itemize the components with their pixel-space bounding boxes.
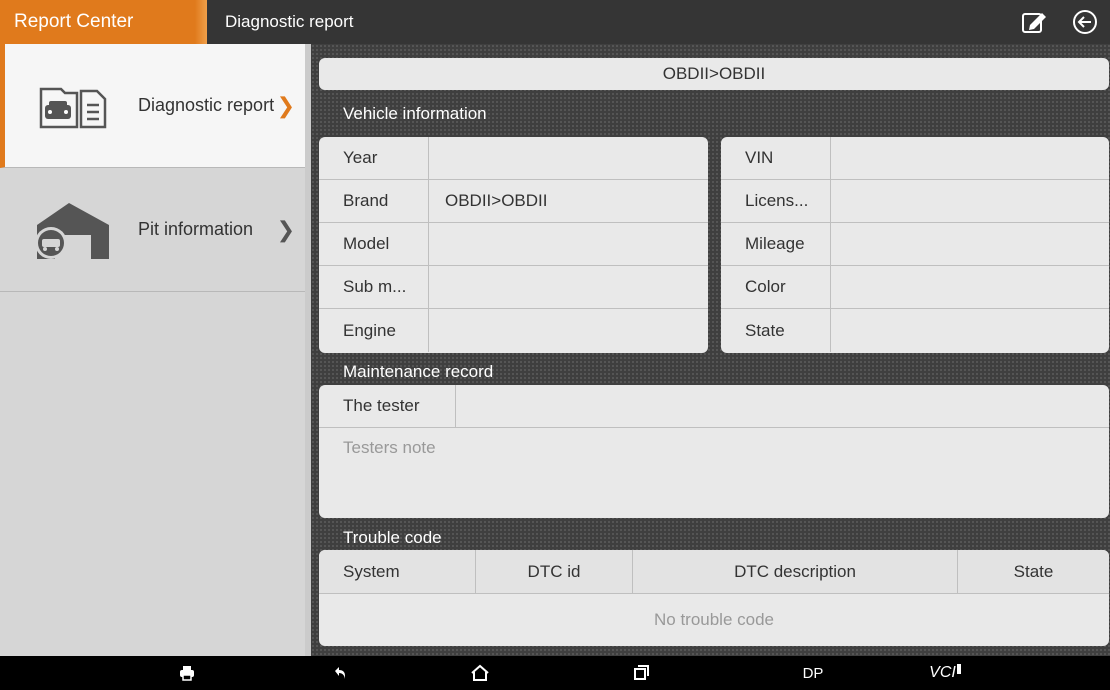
column-header-state: State — [1013, 561, 1054, 581]
sidebar-item-label: Diagnostic report — [138, 95, 275, 115]
field-label: State — [721, 309, 831, 352]
empty-state-message: No trouble code — [653, 610, 775, 629]
testers-note-field[interactable]: Testers note — [319, 428, 1109, 518]
field-label: Year — [319, 137, 429, 179]
table-row: Sub m... — [319, 266, 708, 309]
vehicle-path: OBDII>OBDII — [319, 58, 1109, 90]
table-row: Year — [319, 137, 708, 180]
table-row: Mileage — [721, 223, 1109, 266]
print-icon[interactable] — [172, 656, 202, 690]
field-label: Model — [319, 223, 429, 265]
tester-label: The tester — [319, 385, 456, 427]
field-value — [429, 137, 708, 179]
field-value — [831, 137, 1109, 179]
field-label: Mileage — [721, 223, 831, 265]
table-row: VIN — [721, 137, 1109, 180]
chevron-right-icon: ❯ — [276, 216, 295, 242]
garage-car-icon — [28, 190, 118, 270]
vehicle-info-right-table: VIN Licens... Mileage Color State — [721, 137, 1109, 353]
sidebar-item-label: Pit information — [138, 219, 254, 239]
home-icon[interactable] — [465, 656, 495, 690]
field-value — [429, 223, 708, 265]
field-label: Color — [721, 266, 831, 308]
table-header: System DTC id DTC description State — [319, 550, 1109, 594]
field-label: VIN — [721, 137, 831, 179]
vci-label: VCI — [929, 664, 956, 681]
column-header-dtc-id: DTC id — [476, 550, 633, 593]
field-value — [831, 266, 1109, 308]
chevron-right-icon: ❯ — [276, 92, 295, 118]
trouble-code-table: System DTC id DTC description State No t… — [319, 550, 1109, 646]
table-row: Engine — [319, 309, 708, 352]
back-icon[interactable] — [1070, 7, 1100, 37]
vehicle-info-heading: Vehicle information — [343, 104, 487, 123]
vehicle-info-left-table: Year Brand OBDII>OBDII Model Sub m... En… — [319, 137, 708, 353]
tester-row: The tester — [319, 385, 1109, 428]
field-value — [429, 309, 708, 352]
app-title: Report Center — [0, 0, 207, 44]
table-row: Model — [319, 223, 708, 266]
system-nav-bar: DP VCI — [0, 656, 1110, 690]
field-label: Sub m... — [319, 266, 429, 308]
vci-connector-icon — [956, 664, 961, 674]
field-label: Engine — [319, 309, 429, 352]
vci-status[interactable]: VCI — [923, 656, 967, 690]
dp-button[interactable]: DP — [793, 656, 833, 690]
field-label: Licens... — [721, 180, 831, 222]
table-row: State — [721, 309, 1109, 352]
column-header-dtc-description: DTC description — [633, 550, 958, 593]
recent-apps-icon[interactable] — [626, 656, 656, 690]
trouble-code-heading: Trouble code — [343, 528, 442, 547]
page-title: Diagnostic report — [225, 12, 354, 31]
field-value — [831, 309, 1109, 352]
table-row: Color — [721, 266, 1109, 309]
field-value — [831, 180, 1109, 222]
car-document-icon — [28, 66, 118, 146]
field-value — [831, 223, 1109, 265]
table-row: Licens... — [721, 180, 1109, 223]
edit-icon[interactable] — [1020, 7, 1050, 37]
field-label: Brand — [319, 180, 429, 222]
table-row: Brand OBDII>OBDII — [319, 180, 708, 223]
report-content: OBDII>OBDII Vehicle information Year Bra… — [311, 44, 1110, 656]
sidebar-item-diagnostic-report[interactable]: Diagnostic report ❯ — [0, 44, 305, 168]
column-header-system: System — [319, 550, 476, 593]
tester-field[interactable] — [456, 385, 1109, 427]
maintenance-record-heading: Maintenance record — [343, 362, 494, 381]
top-bar: Report Center Diagnostic report — [0, 0, 1110, 44]
sidebar-item-pit-information[interactable]: Pit information ❯ — [0, 168, 305, 292]
field-value — [429, 266, 708, 308]
back-nav-icon[interactable] — [325, 656, 355, 690]
sidebar: Diagnostic report ❯ Pit information ❯ — [0, 44, 311, 656]
field-value: OBDII>OBDII — [445, 191, 548, 210]
